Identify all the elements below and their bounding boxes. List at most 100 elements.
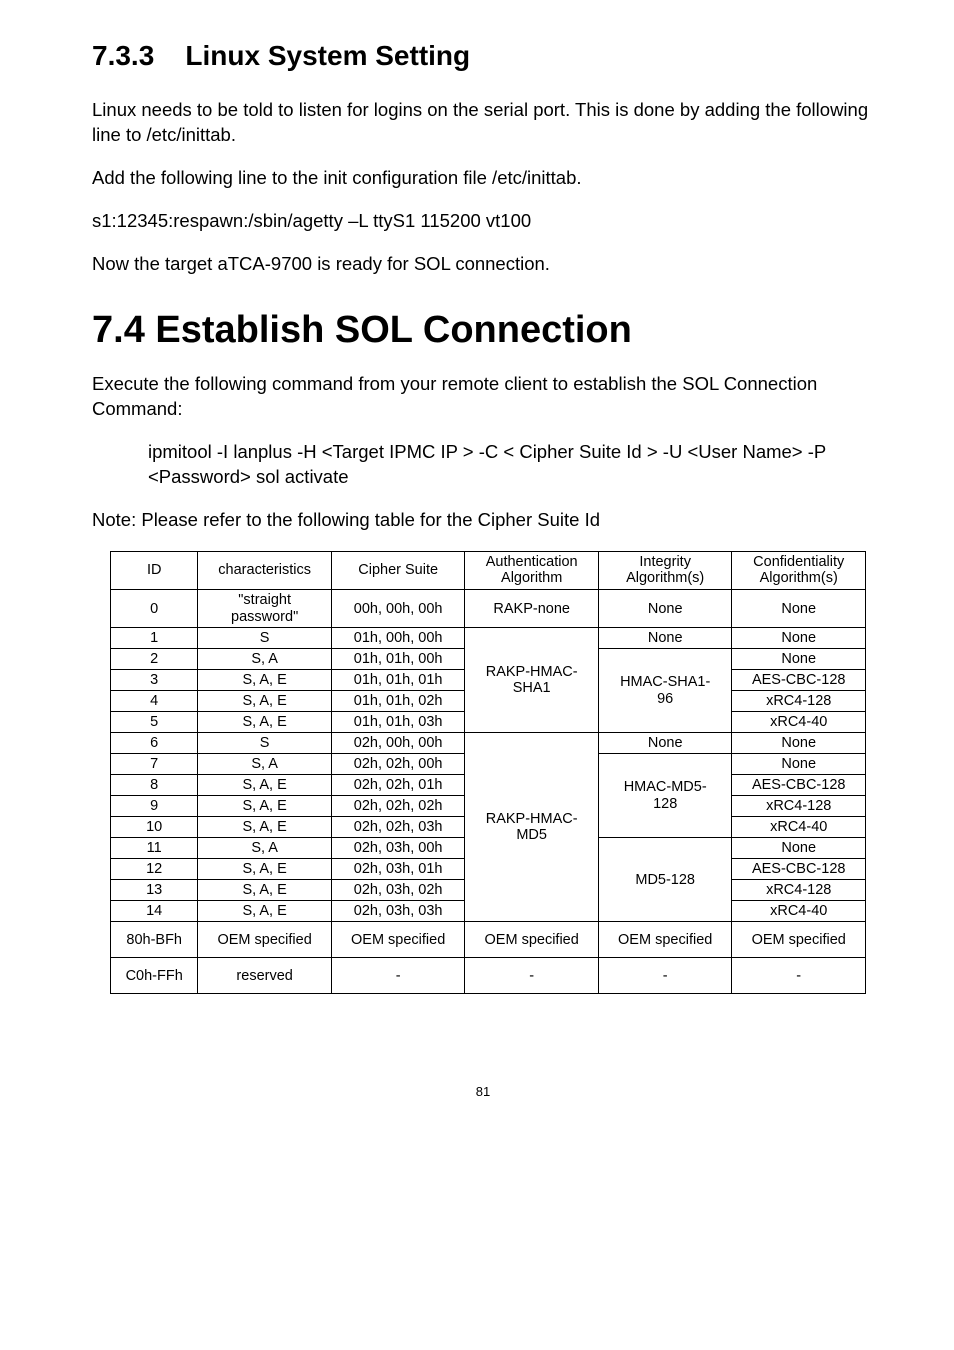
cell: 01h, 01h, 02h (331, 691, 465, 712)
cell: S, A, E (198, 901, 332, 922)
cell: None (732, 754, 866, 775)
cell: 1 (111, 628, 198, 649)
cell: 02h, 00h, 00h (331, 733, 465, 754)
cell: - (598, 958, 732, 994)
cell: OEM specified (732, 922, 866, 958)
cell-auth-rakp-sha1: RAKP-HMAC-SHA1 (465, 628, 599, 733)
cell: 02h, 02h, 00h (331, 754, 465, 775)
cell: xRC4-128 (732, 880, 866, 901)
cell: S (198, 628, 332, 649)
cell: S, A, E (198, 691, 332, 712)
section-number: 7.3.3 (92, 40, 154, 71)
cell: 3 (111, 670, 198, 691)
section-title: Linux System Setting (185, 40, 470, 71)
cell: xRC4-40 (732, 712, 866, 733)
cell: S, A (198, 838, 332, 859)
cell: 9 (111, 796, 198, 817)
cell: None (732, 649, 866, 670)
paragraph: Now the target aTCA-9700 is ready for SO… (92, 252, 874, 277)
cell: S, A, E (198, 712, 332, 733)
table-row: 80h-BFh OEM specified OEM specified OEM … (111, 922, 866, 958)
cell: 02h, 03h, 02h (331, 880, 465, 901)
cell: 01h, 01h, 01h (331, 670, 465, 691)
cell: S, A (198, 649, 332, 670)
cell: None (732, 838, 866, 859)
cell: None (732, 628, 866, 649)
cell-auth-rakp-md5: RAKP-HMAC-MD5 (465, 733, 599, 922)
cell: AES-CBC-128 (732, 775, 866, 796)
cell: 01h, 00h, 00h (331, 628, 465, 649)
cell: S (198, 733, 332, 754)
page-number: 81 (92, 1084, 874, 1099)
cell: None (598, 628, 732, 649)
cell: 5 (111, 712, 198, 733)
cell: "straightpassword" (198, 590, 332, 628)
cell: 13 (111, 880, 198, 901)
cell: 02h, 02h, 02h (331, 796, 465, 817)
cell: xRC4-40 (732, 901, 866, 922)
command-line: ipmitool -I lanplus -H <Target IPMC IP >… (92, 440, 874, 490)
section-heading-74: 7.4 Establish SOL Connection (92, 309, 874, 352)
cell: 14 (111, 901, 198, 922)
table-row: C0h-FFh reserved - - - - (111, 958, 866, 994)
cell: 01h, 01h, 00h (331, 649, 465, 670)
cell: 8 (111, 775, 198, 796)
cipher-suite-table: ID characteristics Cipher Suite Authenti… (110, 551, 866, 995)
cell: 02h, 03h, 01h (331, 859, 465, 880)
cell: None (732, 590, 866, 628)
cell: OEM specified (331, 922, 465, 958)
cell: 7 (111, 754, 198, 775)
col-auth: AuthenticationAlgorithm (465, 551, 599, 589)
cell: 01h, 01h, 03h (331, 712, 465, 733)
paragraph: Linux needs to be told to listen for log… (92, 98, 874, 148)
cell: xRC4-128 (732, 796, 866, 817)
cell: 02h, 02h, 01h (331, 775, 465, 796)
col-cs: Cipher Suite (331, 551, 465, 589)
cell-int-hmac-md5: HMAC-MD5-128 (598, 754, 732, 838)
table-row: 0 "straightpassword" 00h, 00h, 00h RAKP-… (111, 590, 866, 628)
cell: - (732, 958, 866, 994)
cell: OEM specified (465, 922, 599, 958)
col-int: IntegrityAlgorithm(s) (598, 551, 732, 589)
cell: xRC4-128 (732, 691, 866, 712)
cell: S, A, E (198, 817, 332, 838)
cell: 02h, 03h, 03h (331, 901, 465, 922)
cell: 00h, 00h, 00h (331, 590, 465, 628)
cell: S, A, E (198, 859, 332, 880)
cell: None (732, 733, 866, 754)
cell: 11 (111, 838, 198, 859)
cell: OEM specified (198, 922, 332, 958)
section-heading-733: 7.3.3 Linux System Setting (92, 40, 874, 72)
cell: - (331, 958, 465, 994)
cell-int-hmac-sha1: HMAC-SHA1-96 (598, 649, 732, 733)
cell: 12 (111, 859, 198, 880)
cell: 02h, 02h, 03h (331, 817, 465, 838)
table-header-row: ID characteristics Cipher Suite Authenti… (111, 551, 866, 589)
cell: OEM specified (598, 922, 732, 958)
cell: reserved (198, 958, 332, 994)
col-char: characteristics (198, 551, 332, 589)
cell: 10 (111, 817, 198, 838)
cell: None (598, 733, 732, 754)
code-line: s1:12345:respawn:/sbin/agetty –L ttyS1 1… (92, 209, 874, 234)
cell: S, A, E (198, 670, 332, 691)
note-paragraph: Note: Please refer to the following tabl… (92, 508, 874, 533)
cell: S, A, E (198, 796, 332, 817)
cell: AES-CBC-128 (732, 670, 866, 691)
table-row: 1 S 01h, 00h, 00h RAKP-HMAC-SHA1 None No… (111, 628, 866, 649)
cell-int-md5-128: MD5-128 (598, 838, 732, 922)
cell: None (598, 590, 732, 628)
cell: 80h-BFh (111, 922, 198, 958)
cell: RAKP-none (465, 590, 599, 628)
cell: S, A (198, 754, 332, 775)
paragraph: Execute the following command from your … (92, 372, 874, 422)
cell: S, A, E (198, 775, 332, 796)
cell: 0 (111, 590, 198, 628)
col-id: ID (111, 551, 198, 589)
cell: 2 (111, 649, 198, 670)
cell: xRC4-40 (732, 817, 866, 838)
cell: S, A, E (198, 880, 332, 901)
section-number: 7.4 (92, 309, 145, 351)
cell: AES-CBC-128 (732, 859, 866, 880)
cell: 4 (111, 691, 198, 712)
